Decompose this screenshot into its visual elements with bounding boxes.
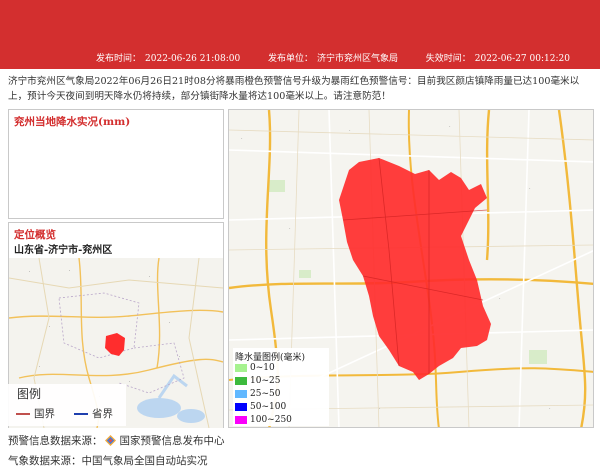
warning-source-label: 预警信息数据来源： bbox=[8, 435, 103, 447]
legend-country-border: 国界 bbox=[16, 406, 55, 421]
rainfall-legend-item: 10~25 bbox=[235, 375, 280, 386]
legend-swatch-icon bbox=[235, 376, 247, 385]
weather-source: 中国气象局全国自动站实况 bbox=[81, 455, 208, 467]
svg-text:·: · bbox=[169, 321, 170, 326]
expire-time: 2022-06-27 00:12:20 bbox=[474, 54, 570, 64]
warning-source-link[interactable]: 国家预警信息发布中心 bbox=[120, 433, 225, 448]
legend-swatch-icon bbox=[235, 363, 247, 372]
warning-source-line: 预警信息数据来源： 国家预警信息发布中心 bbox=[8, 433, 225, 448]
legend-province-border: 省界 bbox=[74, 406, 113, 421]
warning-center-logo-icon bbox=[104, 435, 116, 446]
rainfall-legend-item: 25~50 bbox=[235, 388, 280, 399]
weather-source-label: 气象数据来源： bbox=[8, 455, 82, 467]
rainfall-legend-label: 100~250 bbox=[250, 414, 292, 425]
location-path: 山东省-济宁市-兖州区 bbox=[14, 245, 113, 256]
location-panel-title: 定位概览 bbox=[14, 229, 56, 241]
rainfall-legend-item: 100~250 bbox=[235, 414, 292, 425]
rainfall-legend-item: 0~10 bbox=[235, 362, 275, 373]
publish-time-label: 发布时间： bbox=[96, 54, 142, 64]
warning-meta-bar: 发布时间： 2022-06-26 21:08:00 发布单位： 济宁市兖州区气象局 … bbox=[0, 50, 600, 69]
svg-text:·: · bbox=[149, 275, 150, 280]
svg-text:·: · bbox=[49, 325, 50, 330]
expire-time-label: 失效时间： bbox=[425, 54, 471, 64]
rainfall-legend-item: 50~100 bbox=[235, 401, 286, 412]
rainfall-legend-label: 10~25 bbox=[250, 375, 281, 386]
country-border-line-icon bbox=[16, 412, 30, 415]
province-border-line-icon bbox=[74, 412, 88, 415]
legend-swatch-icon bbox=[235, 415, 247, 424]
overview-legend: 图例 国界 省界 bbox=[8, 384, 126, 426]
overview-legend-title: 图例 bbox=[17, 387, 42, 401]
rainfall-legend: 降水量图例(毫米) 0~10 10~25 25~50 50~100 100~25… bbox=[233, 348, 329, 426]
rainfall-panel: 兖州当地降水实况(mm) bbox=[8, 109, 224, 219]
svg-text:·: · bbox=[179, 355, 180, 360]
rainfall-legend-label: 0~10 bbox=[250, 362, 275, 373]
warning-bulletin: 济宁市兖州区气象局2022年06月26日21时08分将暴雨橙色预警信号升级为暴雨… bbox=[8, 76, 580, 102]
province-border-label: 省界 bbox=[92, 408, 113, 420]
header-banner bbox=[0, 0, 600, 50]
svg-text:·: · bbox=[29, 270, 30, 275]
legend-swatch-icon bbox=[235, 389, 247, 398]
publisher-label: 发布单位： bbox=[267, 54, 313, 64]
publish-time: 2022-06-26 21:08:00 bbox=[145, 54, 241, 64]
svg-text:·: · bbox=[69, 269, 70, 274]
svg-text:·: · bbox=[39, 365, 40, 370]
legend-swatch-icon bbox=[235, 402, 247, 411]
svg-text:·: · bbox=[129, 380, 130, 385]
rainfall-panel-title: 兖州当地降水实况(mm) bbox=[14, 116, 131, 128]
rainfall-legend-label: 25~50 bbox=[250, 388, 281, 399]
rainfall-legend-label: 50~100 bbox=[250, 401, 287, 412]
country-border-label: 国界 bbox=[34, 408, 55, 420]
weather-source-line: 气象数据来源： 中国气象局全国自动站实况 bbox=[8, 453, 208, 468]
publisher: 济宁市兖州区气象局 bbox=[316, 54, 398, 64]
